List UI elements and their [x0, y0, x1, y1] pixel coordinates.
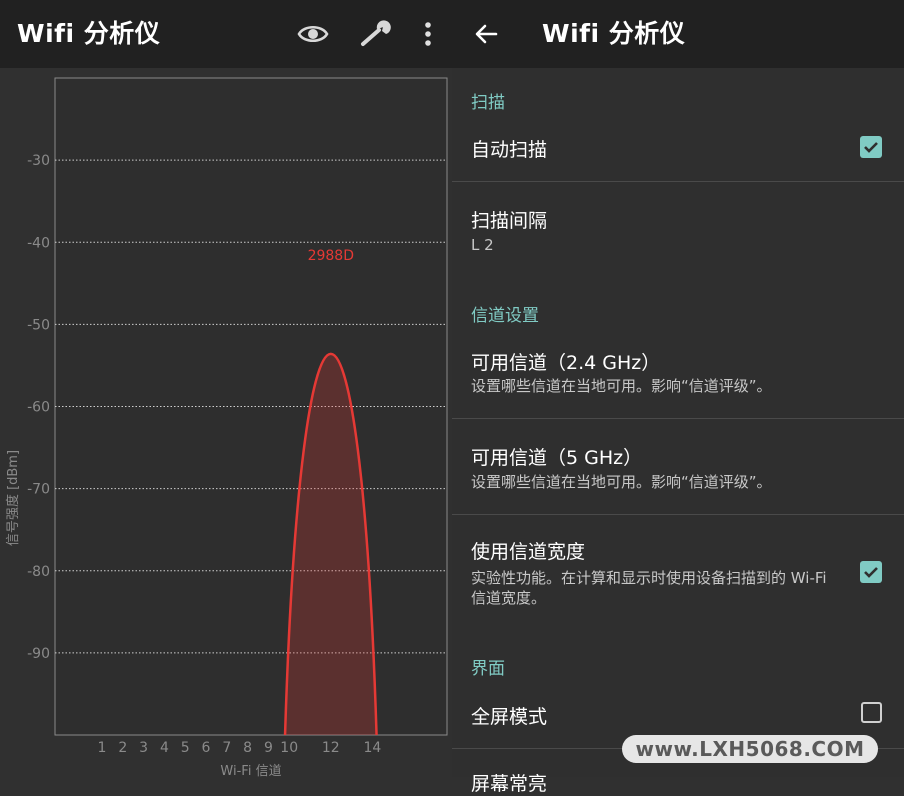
check-icon [864, 142, 878, 153]
fullscreen-checkbox[interactable] [861, 702, 882, 723]
x-tick-label: 8 [243, 740, 252, 756]
channels-24ghz-subtitle: 设置哪些信道在当地可用。影响“信道评级”。 [471, 377, 772, 395]
y-tick-label: -40 [27, 235, 50, 251]
x-tick-label: 4 [160, 740, 169, 756]
channels-24ghz-item[interactable]: 可用信道（2.4 GHz） 设置哪些信道在当地可用。影响“信道评级”。 [452, 330, 904, 418]
x-tick-label: 2 [118, 740, 127, 756]
check-icon [864, 567, 878, 578]
settings-screen: Wifi 分析仪 扫描 自动扫描 扫描间隔 L 2 信道设置 可用信道（2.4 … [452, 0, 904, 795]
wifi-analyzer-chart-screen: Wifi 分析仪 -30 -40 -50 -60 -70 -80 -90 12345678 [0, 0, 452, 777]
y-tick-label: -50 [27, 317, 50, 333]
x-tick-label: 9 [264, 740, 273, 756]
scan-interval-title: 扫描间隔 [471, 210, 548, 232]
scan-interval-value: L 2 [471, 236, 494, 254]
app-title: Wifi 分析仪 [17, 19, 161, 48]
more-vert-icon [425, 22, 431, 46]
x-tick-label: 6 [202, 740, 211, 756]
category-channel: 信道设置 [471, 306, 539, 326]
x-tick-label: 7 [222, 740, 231, 756]
settings-app-bar: Wifi 分析仪 [452, 0, 904, 68]
y-tick-labels: -30 -40 -50 -60 -70 -80 -90 [27, 153, 50, 662]
keep-screen-on-title: 屏幕常亮 [471, 773, 548, 795]
eye-button[interactable] [293, 14, 333, 54]
y-tick-label: -60 [27, 400, 50, 416]
auto-scan-item[interactable]: 自动扫描 [452, 116, 904, 180]
x-axis-label: Wi-Fi 信道 [220, 764, 281, 777]
x-tick-label: 14 [363, 740, 381, 756]
category-ui: 界面 [471, 659, 505, 679]
x-tick-label: 3 [139, 740, 148, 756]
fullscreen-title: 全屏模式 [471, 706, 548, 728]
eye-icon [297, 25, 329, 43]
y-tick-label: -90 [27, 646, 50, 662]
x-tick-label: 12 [322, 740, 340, 756]
settings-list: 扫描 自动扫描 扫描间隔 L 2 信道设置 可用信道（2.4 GHz） 设置哪些… [452, 68, 904, 795]
channels-24ghz-title: 可用信道（2.4 GHz） [471, 352, 661, 374]
auto-scan-title: 自动扫描 [471, 139, 548, 161]
channels-5ghz-item[interactable]: 可用信道（5 GHz） 设置哪些信道在当地可用。影响“信道评级”。 [452, 419, 904, 513]
channel-width-subtitle: 实验性功能。在计算和显示时使用设备扫描到的 Wi-Fi 信道宽度。 [471, 569, 827, 607]
y-tick-label: -30 [27, 153, 50, 169]
x-tick-label: 10 [280, 740, 298, 756]
wrench-icon [361, 20, 391, 46]
settings-wrench-button[interactable] [355, 14, 395, 54]
y-axis-label: 信号强度 [dBm] [5, 450, 21, 546]
scan-interval-item[interactable]: 扫描间隔 L 2 [452, 182, 904, 282]
channel-width-item[interactable]: 使用信道宽度 实验性功能。在计算和显示时使用设备扫描到的 Wi-Fi 信道宽度。 [452, 515, 904, 615]
signal-strength-chart: -30-40-50-60-70-80-90 1 2 3 4 5 6 7 8 9 10 12 14 29… [5, 77, 448, 777]
channel-width-checkbox[interactable] [860, 561, 882, 583]
x-tick-label: 5 [181, 740, 190, 756]
app-bar: Wifi 分析仪 [0, 0, 452, 68]
y-tick-label: -70 [27, 482, 50, 498]
back-button[interactable] [466, 14, 506, 54]
y-tick-label: -80 [27, 564, 50, 580]
channels-5ghz-subtitle: 设置哪些信道在当地可用。影响“信道评级”。 [471, 473, 772, 491]
settings-title: Wifi 分析仪 [542, 19, 686, 48]
x-tick-labels: 1 2 3 4 5 6 7 8 9 10 12 14 [98, 740, 382, 756]
arrow-back-icon [475, 24, 498, 44]
auto-scan-checkbox[interactable] [860, 136, 882, 158]
watermark: www.LXH5068.COM [622, 735, 878, 763]
more-options-button[interactable] [408, 14, 448, 54]
channel-width-title: 使用信道宽度 [471, 541, 586, 563]
category-scan: 扫描 [471, 93, 505, 113]
x-tick-label: 1 [98, 740, 107, 756]
channels-5ghz-title: 可用信道（5 GHz） [471, 447, 643, 469]
ssid-label: 2988D [308, 248, 354, 264]
